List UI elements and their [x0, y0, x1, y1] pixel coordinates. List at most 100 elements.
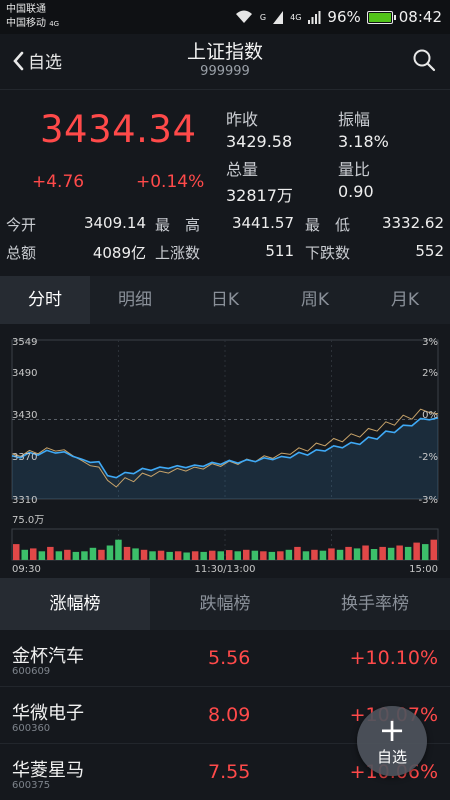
list-item[interactable]: 金杯汽车 600609 5.56 +10.10%: [0, 630, 450, 687]
volume-bar: [200, 551, 207, 560]
volume-bar: [302, 551, 310, 560]
stock-code: 600375: [12, 780, 51, 791]
tab-detail[interactable]: 明细: [90, 276, 180, 324]
volume-label: 总量: [226, 160, 259, 179]
add-watchlist-label: 自选: [376, 748, 407, 766]
price-change-pct: +0.14%: [136, 172, 205, 192]
y-tick-label: 3549: [12, 337, 37, 348]
tab-top-gainers[interactable]: 涨幅榜: [0, 578, 150, 630]
last-price: 3434.34: [40, 108, 197, 151]
high-value: 3441.57: [231, 214, 294, 232]
y-tick-label: 3310: [12, 495, 37, 506]
volume-bar: [285, 549, 293, 560]
vol-ratio-value: 0.90: [338, 182, 374, 201]
volume-bar: [328, 548, 335, 560]
volume-bar: [209, 550, 216, 560]
rank-tabs: 涨幅榜 跌幅榜 换手率榜: [0, 578, 450, 630]
volume-bar: [243, 549, 250, 560]
tab-monthly-k[interactable]: 月K: [360, 276, 450, 324]
stock-price: 7.55: [208, 761, 251, 783]
page-title: 上证指数: [186, 41, 263, 63]
volume-bar: [191, 551, 199, 560]
volume-bar: [21, 549, 28, 560]
volume-bar: [183, 552, 190, 560]
stock-change-pct: +10.10%: [349, 647, 438, 669]
down-count-label: 下跌数: [305, 244, 351, 262]
amplitude-value: 3.18%: [338, 132, 389, 151]
index-code: 999999: [200, 64, 250, 79]
volume-bar: [72, 551, 80, 560]
volume-bar: [294, 546, 301, 560]
volume-value: 32817万: [226, 186, 293, 205]
stock-code: 600609: [12, 666, 51, 677]
volume-bar: [413, 542, 420, 560]
volume-bar: [89, 547, 97, 560]
intraday-chart-svg: 3549 3490 3430 3370 3310 3% 2% 0% -2% -3…: [11, 337, 439, 575]
carrier-1: 中国联通: [6, 4, 46, 15]
volume-bar: [149, 551, 156, 560]
volume-bar: [55, 551, 63, 560]
volume-bar: [260, 551, 267, 560]
signal-icon-2: [308, 11, 321, 24]
y-pct-label: -3%: [419, 495, 438, 506]
volume-bar: [251, 550, 259, 560]
volume-bar: [277, 551, 284, 560]
title-block: 上证指数 999999: [0, 40, 450, 80]
volume-bar: [234, 551, 241, 560]
volume-bar: [140, 549, 148, 560]
tab-daily-k[interactable]: 日K: [180, 276, 270, 324]
volume-bar: [336, 549, 344, 560]
low-value: 3332.62: [381, 214, 444, 232]
network-type-1: G: [259, 12, 267, 22]
price-change: +4.76: [32, 172, 85, 192]
volume-bar: [81, 551, 88, 560]
carrier-2: 中国移动 4G: [6, 18, 60, 29]
network-type-2: 4G: [290, 12, 302, 22]
vol-ratio-label: 量比: [338, 160, 371, 179]
volume-bar: [174, 551, 182, 560]
open-label: 今开: [6, 216, 37, 234]
prev-close-label: 昨收: [226, 110, 259, 129]
y-tick-label: 3490: [12, 368, 37, 379]
y-pct-label: -2%: [419, 452, 438, 463]
search-button[interactable]: [412, 48, 436, 76]
y-pct-label: 0%: [422, 410, 438, 421]
prev-close-value: 3429.58: [226, 132, 293, 151]
volume-bar: [370, 549, 378, 560]
volume-bar: [311, 549, 318, 560]
volume-bar: [430, 539, 437, 560]
up-count-value: 511: [265, 242, 294, 260]
volume-bar: [106, 545, 114, 560]
tab-top-losers[interactable]: 跌幅榜: [150, 578, 300, 630]
volume-bar: [123, 546, 131, 560]
battery-percent: 96%: [327, 8, 361, 26]
battery-icon: [366, 10, 396, 24]
y-pct-label: 2%: [422, 368, 438, 379]
chart-tabs: 分时 明细 日K 周K 月K: [0, 276, 450, 324]
high-label: 最 高: [155, 216, 201, 234]
down-count-value: 552: [415, 242, 444, 260]
low-label: 最 低: [305, 216, 351, 234]
intraday-chart[interactable]: 3549 3490 3430 3370 3310 3% 2% 0% -2% -3…: [0, 324, 450, 578]
stock-name: 金杯汽车: [12, 646, 84, 667]
tab-intraday[interactable]: 分时: [0, 276, 90, 324]
volume-bar: [38, 551, 46, 560]
signal-icon-1: [273, 11, 284, 24]
volume-bar: [422, 544, 429, 561]
volume-bar: [47, 546, 54, 560]
status-bar: 中国联通 中国移动 4G G 4G 96% 08:42: [0, 0, 450, 34]
add-watchlist-button[interactable]: + 自选: [357, 706, 427, 776]
tab-weekly-k[interactable]: 周K: [270, 276, 360, 324]
volume-bar: [362, 545, 369, 560]
volume-bar: [217, 551, 224, 560]
volume-bar: [319, 550, 327, 560]
tab-turnover-rate[interactable]: 换手率榜: [300, 578, 450, 630]
y-tick-label: 3430: [12, 410, 37, 421]
volume-bar: [396, 545, 403, 560]
x-label-mid: 11:30/13:00: [194, 564, 255, 575]
volume-bar: [157, 550, 165, 560]
volume-bar: [345, 546, 352, 560]
stock-code: 600360: [12, 723, 51, 734]
wifi-icon: [235, 10, 252, 23]
open-value: 3409.14: [83, 214, 146, 232]
